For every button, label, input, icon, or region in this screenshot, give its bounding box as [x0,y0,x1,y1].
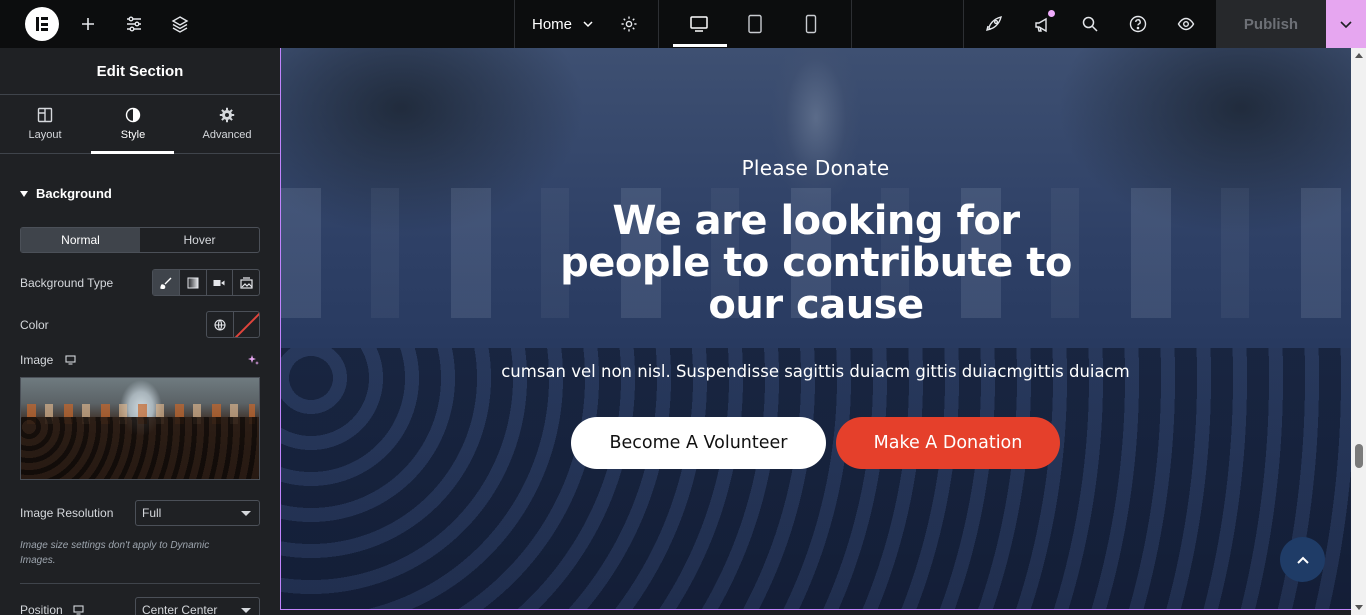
become-volunteer-button[interactable]: Become A Volunteer [571,417,826,469]
ai-sparkle-icon[interactable] [247,353,259,371]
select-value: Center Center [142,603,218,615]
image-label: Image [20,353,54,367]
scroll-down-arrow-icon[interactable] [1355,605,1363,610]
tab-style[interactable]: Style [88,95,178,153]
hero-subtext: cumsan vel non nisl. Suspendisse sagitti… [501,362,1130,381]
position-label: Position [20,603,63,615]
publish-options-button[interactable] [1326,0,1366,48]
search-icon[interactable] [1078,12,1102,36]
notification-dot [1048,10,1055,17]
scroll-to-top-button[interactable] [1280,537,1325,582]
active-tab-indicator [91,151,174,154]
chevron-down-icon [1340,21,1352,29]
tablet-icon[interactable] [743,12,767,36]
active-device-indicator [673,44,727,47]
video-icon[interactable] [207,270,234,295]
help-icon[interactable] [1126,12,1150,36]
separator [963,0,964,48]
responsive-desktop-icon[interactable] [65,355,76,365]
tab-layout[interactable]: Layout [0,95,90,153]
select-value: Full [142,506,162,520]
section-title: Background [36,186,112,201]
gradient-icon[interactable] [180,270,207,295]
separator [658,0,659,48]
position-select[interactable]: Center Center [135,597,260,615]
position-label-row: Position [20,603,84,615]
half-circle-style-icon [125,107,141,123]
background-image-preview[interactable] [20,377,260,480]
structure-layers-icon[interactable] [168,12,192,36]
background-type-choices [152,269,260,296]
tab-advanced[interactable]: Advanced [182,95,272,153]
tab-label: Layout [28,129,62,141]
image-label-row: Image [20,353,76,367]
thumb-crowd [21,417,259,479]
make-donation-button[interactable]: Make A Donation [836,417,1060,469]
background-type-label: Background Type [20,276,114,290]
hero-heading: We are looking for people to contribute … [560,198,1072,328]
layout-columns-icon [37,107,53,123]
color-label: Color [20,318,49,332]
state-normal-button[interactable]: Normal [21,228,140,252]
slideshow-icon[interactable] [233,270,259,295]
publish-button[interactable]: Publish [1216,0,1326,48]
rocket-icon[interactable] [982,12,1006,36]
state-hover-button[interactable]: Hover [140,228,259,252]
caret-down-icon [20,190,28,197]
canvas-scrollbar[interactable] [1351,48,1366,615]
panel-tabs: Layout Style Advanced [0,95,280,154]
scroll-up-arrow-icon[interactable] [1355,53,1363,58]
panel-title: Edit Section [0,48,280,95]
global-colors-icon[interactable] [207,312,233,337]
background-crowd [281,348,1351,609]
hero-eyebrow: Please Donate [741,156,890,180]
top-bar: Home Publish [0,0,1366,48]
section-toggle-background[interactable]: Background [20,186,112,201]
image-resolution-label: Image Resolution [20,506,114,520]
caret-down-icon [241,608,251,613]
preview-eye-icon[interactable] [1174,12,1198,36]
preview-canvas[interactable]: Please Donate We are looking for people … [280,48,1351,610]
tab-label: Advanced [202,129,252,141]
caret-down-icon [241,511,251,516]
divider [20,583,260,584]
page-selector-label: Home [532,15,573,33]
editor-panel: Edit Section Layout Style Advanced Backg… [0,48,280,615]
brush-classic-icon[interactable] [153,270,180,295]
image-size-note: Image size settings don't apply to Dynam… [20,540,210,566]
site-settings-icon[interactable] [122,12,146,36]
color-control [206,311,260,338]
mobile-icon[interactable] [799,12,823,36]
elementor-logo-icon[interactable] [25,7,59,41]
responsive-desktop-icon[interactable] [73,605,84,615]
page-settings-gear-icon[interactable] [617,12,641,36]
scrollbar-thumb[interactable] [1355,444,1363,468]
separator [514,0,515,48]
page-selector[interactable]: Home [532,0,594,48]
gear-icon [219,107,235,123]
desktop-icon[interactable] [686,12,712,36]
tab-label: Style [120,129,146,141]
image-resolution-select[interactable]: Full [135,500,260,526]
color-swatch-empty[interactable] [232,312,260,337]
state-toggle: Normal Hover [20,227,260,253]
separator [851,0,852,48]
add-icon[interactable] [76,12,100,36]
chevron-down-icon [583,21,593,28]
chevron-up-icon [1296,556,1309,564]
